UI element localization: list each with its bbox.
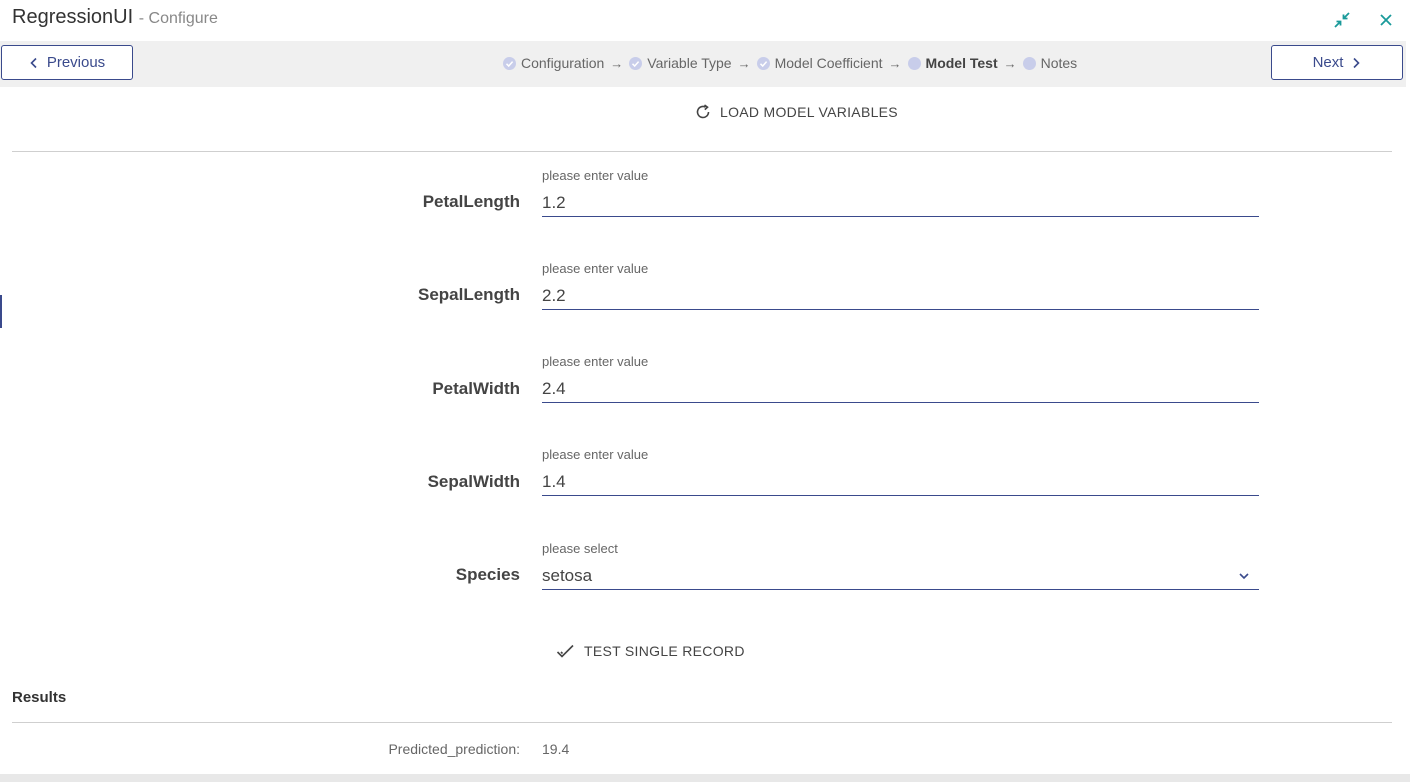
step-dot-icon (907, 56, 921, 70)
check-circle-icon (756, 56, 770, 70)
step-arrow: → (737, 55, 751, 71)
petal-width-label: PetalWidth (432, 379, 520, 398)
sepal-width-label: SepalWidth (427, 472, 520, 491)
previous-label: Previous (46, 54, 106, 71)
check-circle-icon (503, 56, 516, 70)
species-select[interactable]: setosa (542, 562, 1259, 590)
wizard-bar: Previous Configuration → Variable Type →… (0, 41, 1406, 87)
step-label: Variable Type (647, 55, 732, 71)
step-model-coefficient[interactable]: Model Coefficient (756, 55, 883, 71)
test-single-record-label: TEST SINGLE RECORD (584, 643, 745, 659)
step-label: Configuration (521, 55, 605, 71)
next-label: Next (1312, 54, 1344, 71)
step-arrow: → (610, 55, 624, 71)
title-bar: RegressionUI - Configure (0, 0, 1410, 40)
sepal-length-hint: please enter value (542, 261, 649, 276)
species-selected-value: setosa (542, 565, 593, 585)
step-configuration[interactable]: Configuration (503, 55, 604, 71)
app-subtitle: - Configure (138, 10, 218, 27)
double-check-icon (556, 644, 574, 658)
divider (12, 151, 1392, 152)
species-label: Species (455, 565, 520, 584)
test-single-record-button[interactable]: TEST SINGLE RECORD (556, 642, 745, 660)
close-icon (1380, 14, 1392, 26)
results-title: Results (12, 689, 67, 706)
wizard-steps: Configuration → Variable Type → Model Co… (503, 55, 1077, 71)
refresh-icon (696, 104, 710, 119)
petal-length-input[interactable] (542, 189, 1259, 217)
step-notes[interactable]: Notes (1022, 55, 1078, 71)
previous-button[interactable]: Previous (1, 45, 133, 80)
prediction-label: Predicted_prediction: (388, 741, 520, 757)
results-divider (12, 722, 1392, 723)
sepal-width-hint: please enter value (542, 447, 649, 462)
close-button[interactable] (1375, 9, 1397, 31)
petal-length-hint: please enter value (542, 168, 649, 183)
step-label: Model Coefficient (774, 55, 883, 71)
step-label: Notes (1040, 55, 1078, 71)
load-model-variables-label: LOAD MODEL VARIABLES (720, 104, 898, 120)
collapse-arrows-icon (1334, 12, 1350, 28)
app-title: RegressionUI - Configure (12, 6, 218, 29)
chevron-right-icon (1353, 57, 1361, 68)
petal-length-label: PetalLength (422, 192, 520, 211)
next-button[interactable]: Next (1271, 45, 1403, 80)
step-arrow: → (888, 55, 902, 71)
app-title-text: RegressionUI (12, 6, 134, 28)
species-hint: please select (542, 541, 618, 556)
prediction-value: 19.4 (542, 741, 570, 757)
sepal-width-input[interactable] (542, 468, 1259, 496)
sepal-length-input[interactable] (542, 282, 1259, 310)
load-model-variables-button[interactable]: LOAD MODEL VARIABLES (694, 103, 898, 121)
chevron-left-icon (30, 57, 37, 68)
minimize-button[interactable] (1331, 9, 1353, 31)
check-circle-icon (629, 56, 643, 70)
side-marker (0, 295, 2, 328)
petal-width-input[interactable] (542, 375, 1259, 403)
step-model-test[interactable]: Model Test (907, 55, 998, 71)
step-dot-icon (1022, 56, 1036, 70)
sepal-length-label: SepalLength (417, 285, 520, 304)
chevron-down-icon (1239, 572, 1249, 579)
step-variable-type[interactable]: Variable Type (629, 55, 732, 71)
step-arrow: → (1003, 55, 1017, 71)
petal-width-hint: please enter value (542, 354, 649, 369)
step-label: Model Test (925, 55, 998, 71)
bottom-edge (0, 774, 1410, 782)
